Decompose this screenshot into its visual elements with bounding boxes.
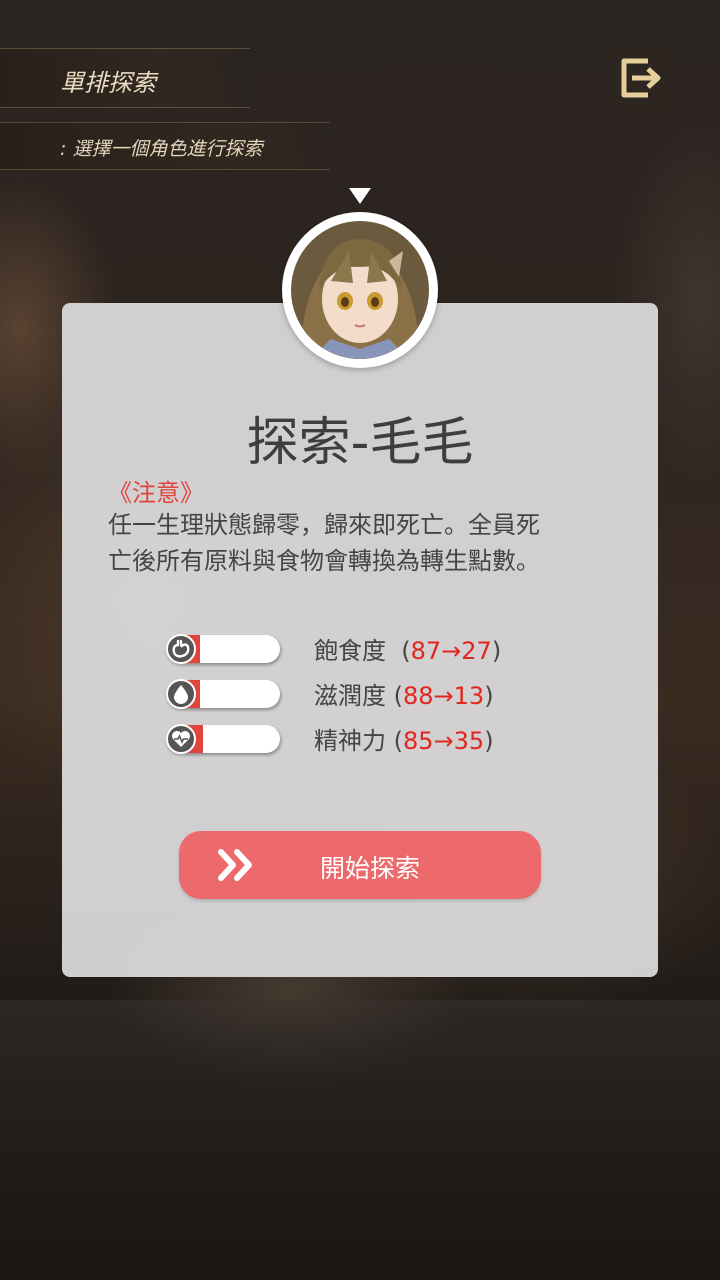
start-button-label: 開始探索: [319, 854, 420, 883]
spirit-to: 35: [453, 727, 485, 755]
notice-body: 任一生理狀態歸零，歸來即死亡。全員死 亡後所有原料與食物會轉換為轉生點數。: [108, 507, 608, 579]
moisture-from: 88: [403, 682, 434, 710]
page-title: 單排探索: [60, 69, 156, 97]
water-drop-icon: [166, 679, 196, 709]
exit-door-icon: [621, 58, 661, 98]
character-portrait-icon: [291, 221, 429, 359]
subtitle-banner: : 選擇一個角色進行探索: [0, 122, 330, 170]
stat-row-satiety: 飽食度 (87→27): [166, 634, 546, 665]
moisture-label: 滋潤度 (88→13): [314, 682, 494, 710]
moisture-to: 13: [453, 682, 485, 710]
character-title: 探索-毛毛: [246, 413, 474, 473]
title-banner: 單排探索: [0, 48, 250, 108]
page-subtitle: : 選擇一個角色進行探索: [60, 138, 263, 160]
exit-button[interactable]: [607, 44, 675, 112]
stat-row-moisture: 滋潤度 (88→13): [166, 679, 546, 710]
start-exploration-button[interactable]: 開始探索: [179, 831, 541, 899]
heart-icon: [166, 724, 196, 754]
notice-line-2: 亡後所有原料與食物會轉換為轉生點數。: [108, 547, 540, 575]
notice-line-1: 任一生理狀態歸零，歸來即死亡。全員死: [108, 511, 540, 539]
stomach-icon: [166, 634, 196, 664]
satiety-to: 27: [461, 637, 492, 665]
character-avatar[interactable]: [282, 212, 438, 368]
satiety-from: 87: [410, 637, 442, 665]
spirit-from: 85: [403, 727, 434, 755]
selection-pointer-icon: [349, 188, 371, 204]
spirit-label: 精神力 (85→35): [314, 727, 494, 755]
notice-label: 《注意》: [108, 479, 204, 507]
stat-row-spirit: 精神力 (85→35): [166, 724, 546, 755]
satiety-label: 飽食度 (87→27): [314, 637, 502, 665]
